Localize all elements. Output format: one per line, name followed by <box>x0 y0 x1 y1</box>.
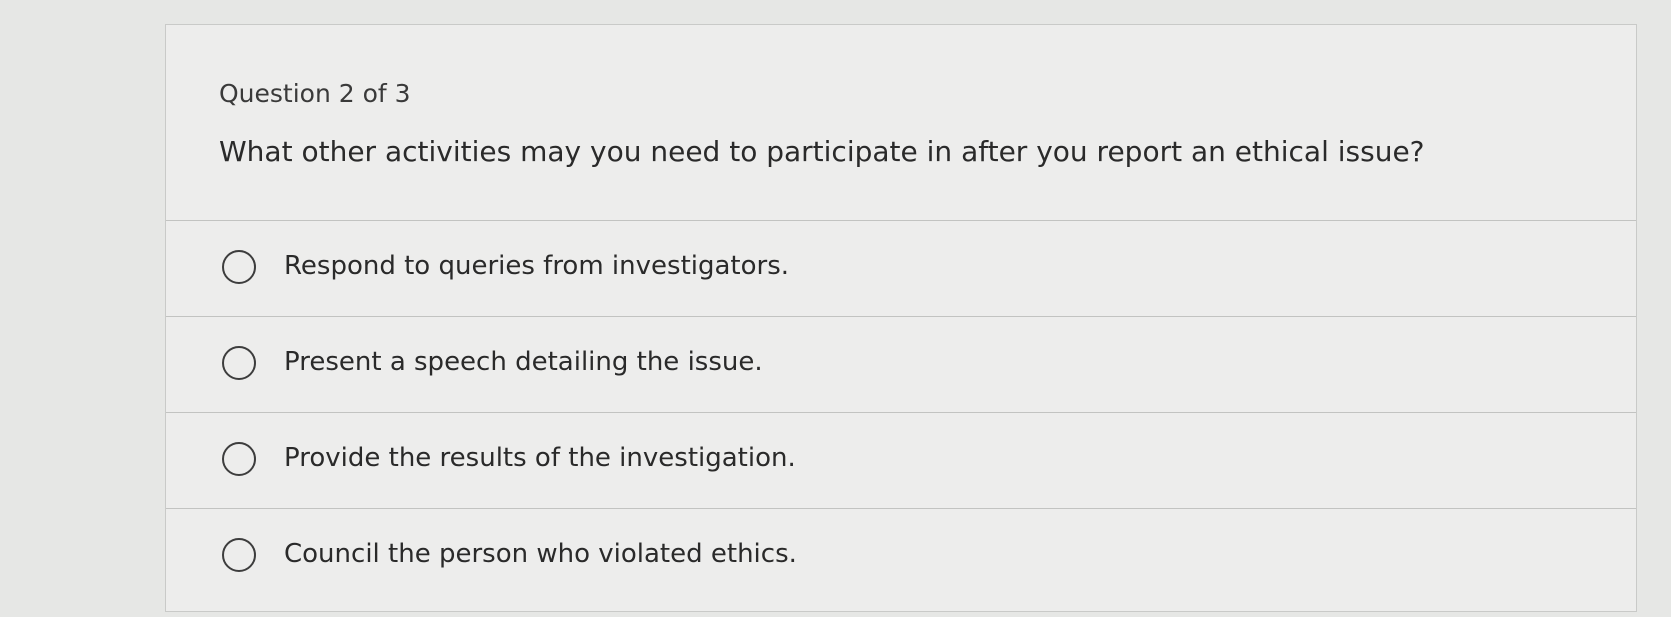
answer-option-label: Respond to queries from investigators. <box>284 251 790 281</box>
answer-option-label: Council the person who violated ethics. <box>284 539 797 569</box>
question-header: Question 2 of 3 What other activities ma… <box>166 25 1636 221</box>
answer-option[interactable]: Provide the results of the investigation… <box>166 413 1636 509</box>
answer-option[interactable]: Respond to queries from investigators. <box>166 221 1636 317</box>
question-text: What other activities may you need to pa… <box>219 135 1425 168</box>
question-counter: Question 2 of 3 <box>219 79 411 108</box>
radio-button-icon[interactable] <box>222 250 256 284</box>
radio-button-icon[interactable] <box>222 538 256 572</box>
answer-option-label: Provide the results of the investigation… <box>284 443 796 473</box>
radio-button-icon[interactable] <box>222 346 256 380</box>
radio-button-icon[interactable] <box>222 442 256 476</box>
answer-options: Respond to queries from investigators. P… <box>166 221 1636 605</box>
quiz-card: Question 2 of 3 What other activities ma… <box>165 24 1637 612</box>
answer-option[interactable]: Present a speech detailing the issue. <box>166 317 1636 413</box>
answer-option-label: Present a speech detailing the issue. <box>284 347 763 377</box>
answer-option[interactable]: Council the person who violated ethics. <box>166 509 1636 605</box>
